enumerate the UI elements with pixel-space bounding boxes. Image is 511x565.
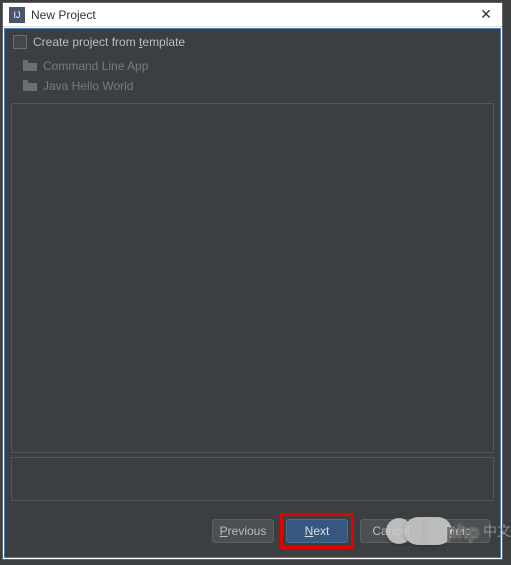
titlebar: IJ New Project ✕ <box>3 3 502 27</box>
template-preview-panel <box>11 103 494 453</box>
folder-icon <box>23 60 37 72</box>
next-button[interactable]: Next <box>286 519 348 543</box>
create-from-template-checkbox[interactable] <box>13 35 27 49</box>
label-suffix: emplate <box>142 35 185 49</box>
description-panel <box>11 457 494 501</box>
template-item-java-hello-world[interactable]: Java Hello World <box>19 77 486 95</box>
template-checkbox-row: Create project from template <box>5 29 500 55</box>
dialog-body: Create project from template Command Lin… <box>4 28 501 558</box>
btn-hotkey: N <box>305 524 314 538</box>
template-item-command-line-app[interactable]: Command Line App <box>19 57 486 75</box>
cancel-button[interactable]: Cancel <box>360 519 422 543</box>
btn-rest: revious <box>228 524 267 538</box>
app-icon: IJ <box>9 7 25 23</box>
template-item-label: Command Line App <box>43 59 148 73</box>
help-button[interactable]: Help <box>428 519 490 543</box>
dialog-button-row: Previous Next Cancel Help <box>5 505 500 557</box>
annotation-highlight: Next <box>280 513 354 549</box>
window-title: New Project <box>31 8 476 22</box>
close-icon[interactable]: ✕ <box>476 5 496 25</box>
template-list: Command Line App Java Hello World <box>5 55 500 99</box>
btn-hotkey: P <box>220 524 228 538</box>
label-prefix: Create project from <box>33 35 139 49</box>
previous-button[interactable]: Previous <box>212 519 274 543</box>
template-item-label: Java Hello World <box>43 79 133 93</box>
create-from-template-label: Create project from template <box>33 35 185 49</box>
new-project-dialog: IJ New Project ✕ Create project from tem… <box>2 2 503 560</box>
folder-icon <box>23 80 37 92</box>
btn-rest: ext <box>313 524 329 538</box>
